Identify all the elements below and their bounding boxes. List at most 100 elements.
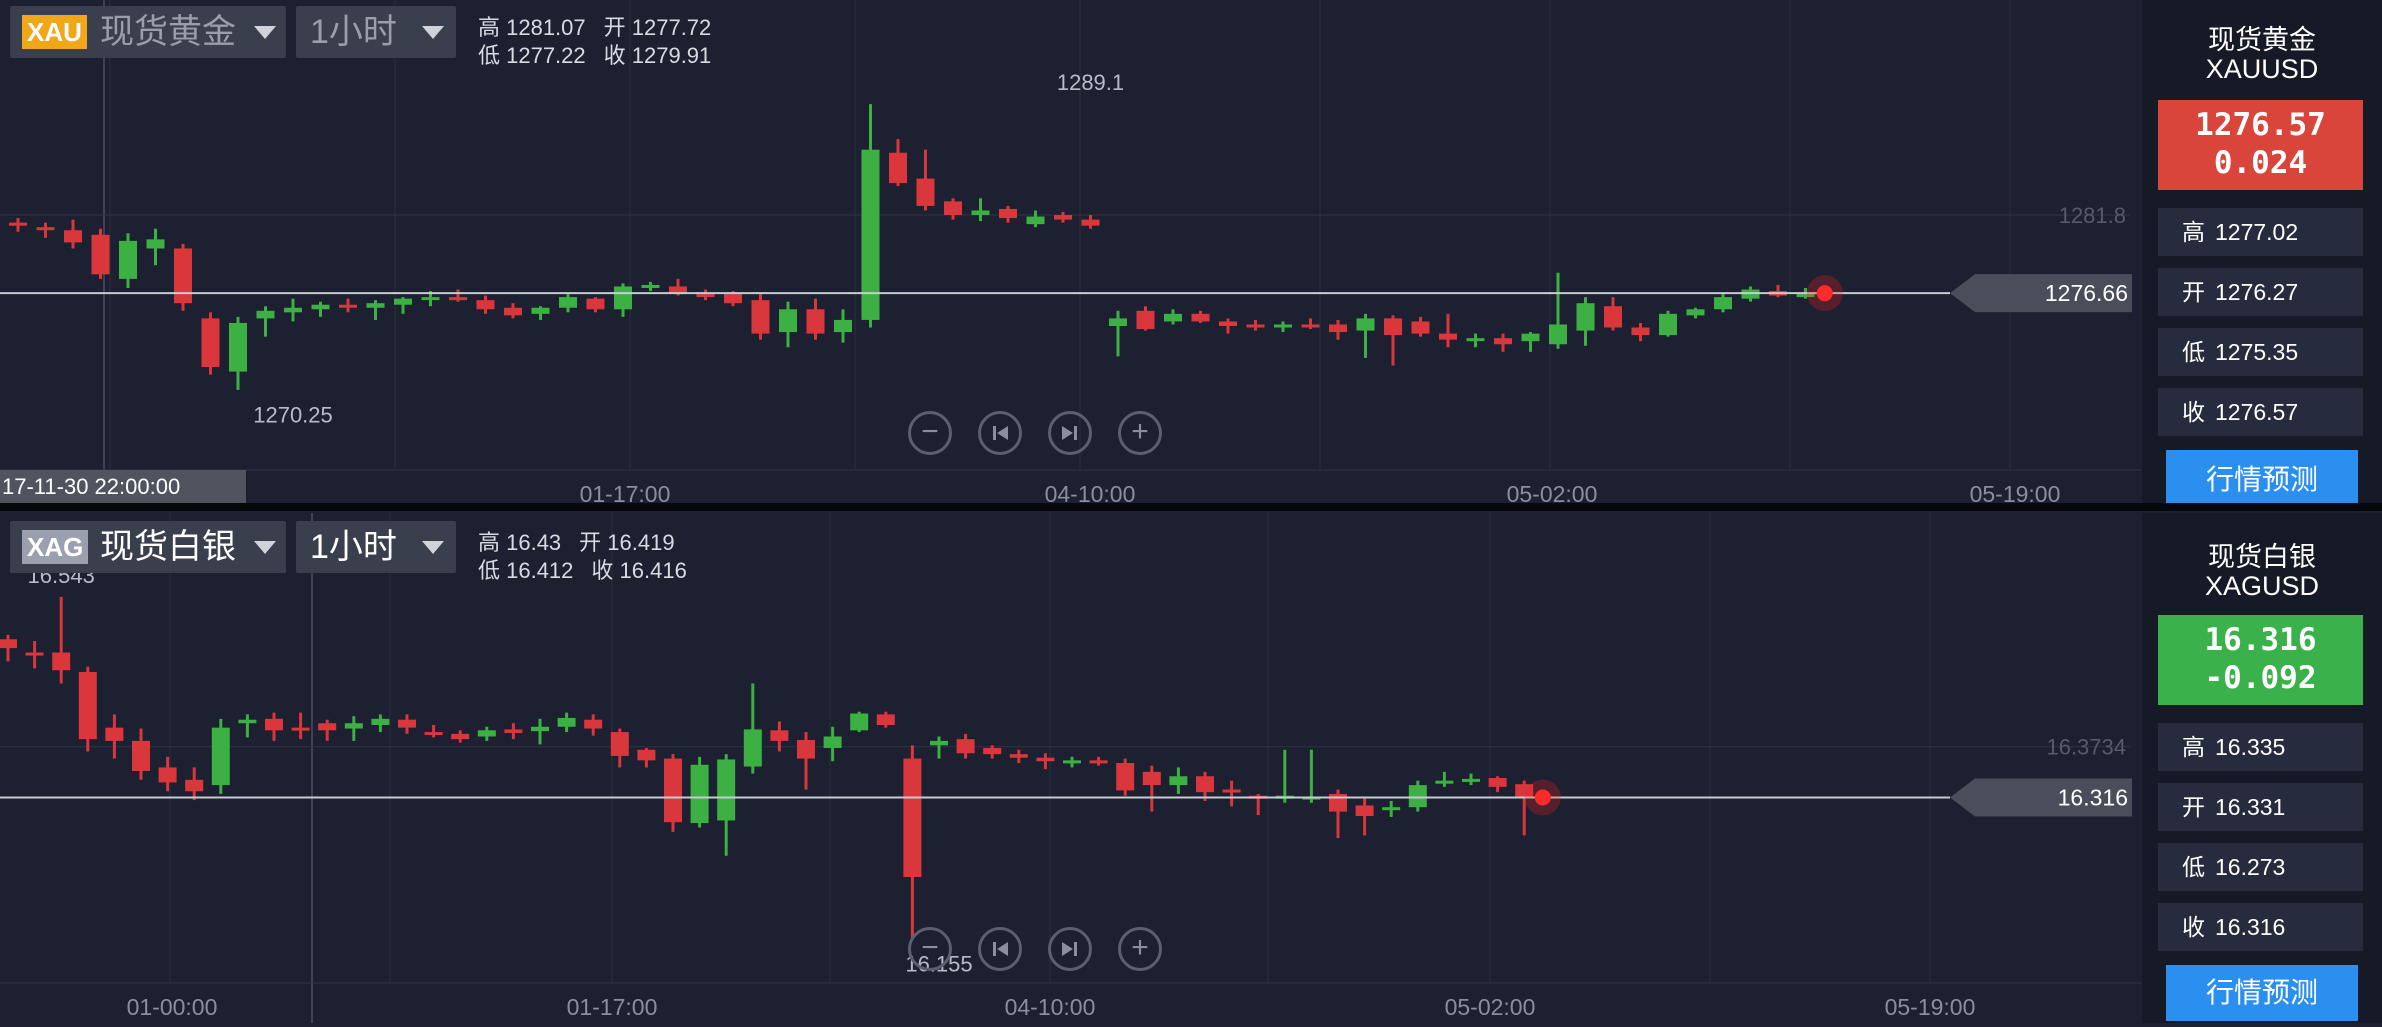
candle-body (531, 307, 550, 314)
candle-body (1604, 306, 1622, 328)
candle-body (78, 671, 97, 740)
candle-body (339, 304, 357, 308)
candle-body (185, 779, 204, 792)
gold-chart-panel: 1281.8 01-17:00 04-10:00 05-02:00 05-19:00 12… (0, 0, 2382, 510)
candle-body (1136, 310, 1155, 330)
candle-body (637, 749, 656, 761)
candle-body (944, 201, 962, 216)
interval-selector-silver[interactable]: 1小时 (296, 521, 456, 573)
candle-body (1659, 313, 1677, 336)
forecast-button[interactable]: 行情预测 (2166, 965, 2358, 1021)
candle-body (1686, 309, 1705, 316)
candle-body (999, 208, 1017, 219)
candle-body (1549, 324, 1567, 345)
symbol-selector-silver[interactable]: XAG 现货白银 (10, 521, 286, 573)
candle-body (238, 719, 257, 724)
quote-change: -0.092 (2204, 660, 2317, 696)
chevron-down-icon (422, 26, 444, 39)
candle-body (1142, 771, 1161, 786)
candle-body (1384, 318, 1402, 336)
ohlc-close: 收 16.416 (591, 558, 687, 583)
candle-body (201, 318, 220, 368)
symbol-name: 现货黄金 (100, 13, 236, 51)
ohlc-high: 高 1281.07 (478, 15, 586, 40)
ohlc-low: 低 1277.22 (478, 43, 586, 68)
step-back-icon[interactable] (978, 927, 1022, 971)
live-price-dot (1816, 285, 1833, 302)
candle-body (91, 234, 110, 275)
candle-body (770, 730, 789, 741)
interval-label: 1小时 (310, 13, 397, 51)
candle-body (0, 639, 17, 649)
candle-body (1026, 216, 1045, 225)
candle-body (311, 304, 330, 310)
symbol-badge: XAU (22, 15, 87, 49)
quote-name: 现货白银 (2208, 542, 2316, 572)
candle-body (105, 727, 124, 741)
candle-body (559, 297, 577, 308)
candle-body (717, 759, 736, 821)
candle-body (983, 747, 1002, 755)
ohlc-readout-2: 低 16.412 收 16.416 (478, 553, 705, 585)
forecast-button[interactable]: 行情预测 (2166, 450, 2358, 510)
candle-body (1274, 324, 1292, 328)
candle-body (690, 764, 709, 824)
candle-body (1191, 313, 1210, 322)
candle-body (371, 718, 390, 725)
last-price-label: 16.316 (2058, 784, 2128, 810)
candle-body (1246, 324, 1265, 328)
chevron-down-icon (254, 541, 276, 554)
candle-body (1081, 219, 1100, 226)
ohlc-open: 开 16.419 (579, 530, 675, 555)
candle-body (614, 286, 632, 310)
zoom-in-icon[interactable]: + (1118, 411, 1162, 455)
candle-body (1222, 789, 1241, 793)
candle-body (229, 322, 247, 372)
candle-body (158, 767, 177, 783)
step-back-icon[interactable] (978, 411, 1022, 455)
candle-body (132, 740, 150, 771)
ohlc-readout-2: 低 1277.22 收 1279.91 (478, 38, 729, 70)
candle-body (797, 740, 815, 759)
candle-body (52, 652, 71, 671)
candle-body (1382, 807, 1401, 811)
zoom-in-icon[interactable]: + (1118, 927, 1162, 971)
candle-body (1408, 785, 1427, 808)
candle-body (504, 729, 523, 733)
candle-body (421, 297, 440, 301)
candle-body (696, 294, 715, 298)
candle-body (398, 719, 416, 728)
candle-body (557, 717, 576, 727)
crosshair-time-label: 17-11-30 22:00:00 (0, 470, 246, 504)
candle-body (256, 310, 275, 319)
ohlc-low: 低 16.412 (478, 558, 574, 583)
candle-body (876, 714, 895, 725)
quote-name: 现货黄金 (2208, 25, 2316, 55)
candle-body (449, 297, 467, 301)
candle-body (889, 152, 907, 184)
candle-body (1036, 757, 1055, 762)
candle-body (211, 727, 230, 786)
x-tick-label: 05-02:00 (1445, 994, 1536, 1020)
zoom-out-icon[interactable]: − (908, 927, 952, 971)
candle-body (916, 178, 935, 206)
candle-body (451, 733, 470, 740)
quote-high: 高 16.335 (2158, 723, 2363, 771)
candle-body (1435, 780, 1454, 784)
candle-body (806, 309, 825, 334)
step-forward-icon[interactable] (1048, 411, 1092, 455)
ohlc-close: 收 1279.91 (603, 43, 712, 68)
candle-body (823, 736, 842, 748)
zoom-out-icon[interactable]: − (908, 411, 952, 455)
symbol-badge: XAG (22, 530, 89, 564)
quote-price: 16.316 (2204, 622, 2317, 658)
candle-body (1714, 297, 1732, 310)
candle-body (779, 309, 797, 333)
symbol-selector-gold[interactable]: XAU 现货黄金 (10, 6, 286, 58)
candle-body (36, 227, 55, 231)
step-forward-icon[interactable] (1048, 927, 1092, 971)
interval-selector-gold[interactable]: 1小时 (296, 6, 456, 58)
candle-body (956, 739, 975, 754)
candle-body (1109, 318, 1127, 326)
candle-body (1009, 754, 1028, 758)
